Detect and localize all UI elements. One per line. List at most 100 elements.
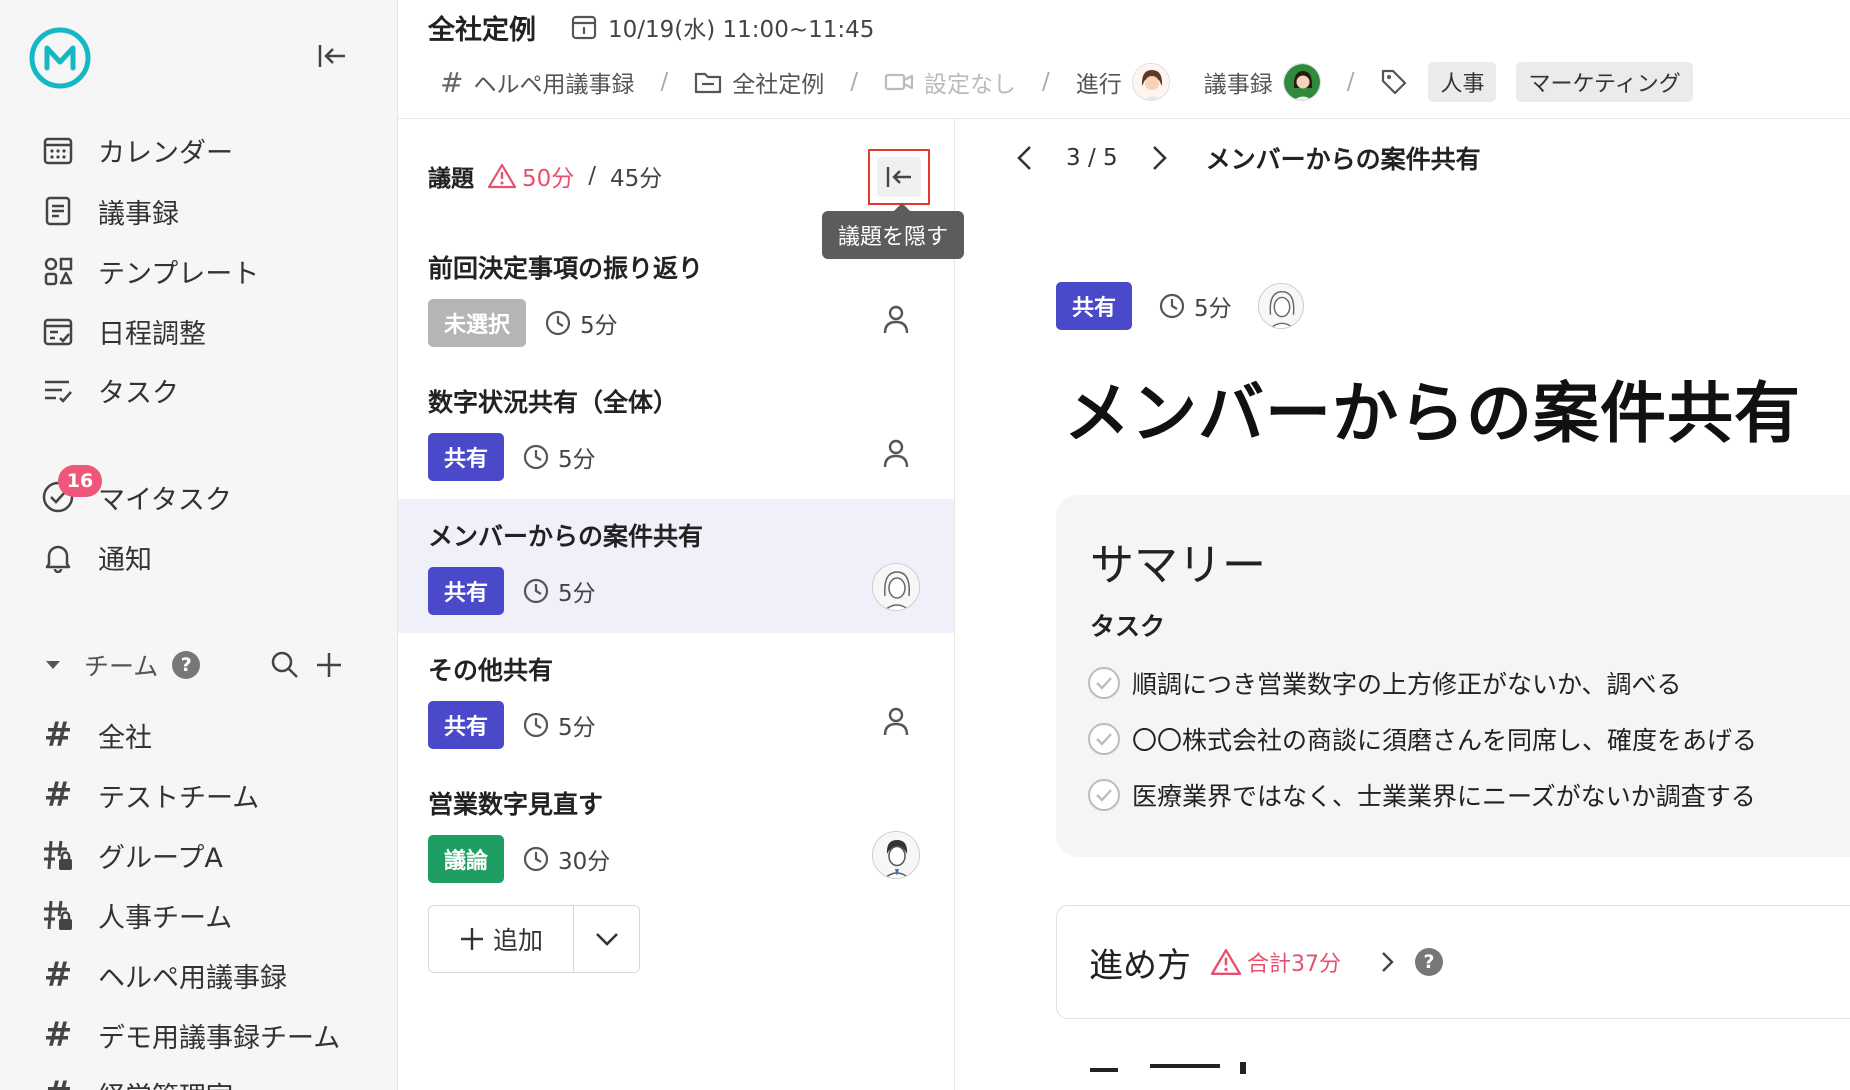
agenda-detail-title[interactable]: メンバーからの案件共有 bbox=[1064, 360, 1801, 456]
agenda-item[interactable]: その他共有 共有 5分 bbox=[398, 633, 954, 767]
agenda-duration[interactable]: 5分 bbox=[522, 574, 596, 608]
detail-assignee-avatar[interactable] bbox=[1257, 283, 1304, 329]
clock-icon bbox=[545, 310, 571, 336]
facilitator[interactable]: 進行 bbox=[1076, 63, 1170, 101]
agenda-duration[interactable]: 5分 bbox=[522, 440, 596, 474]
tag-chip[interactable]: 人事 bbox=[1428, 62, 1497, 102]
help-icon[interactable]: ? bbox=[172, 651, 201, 679]
agenda-item-title: その他共有 bbox=[428, 656, 554, 685]
check-icon[interactable] bbox=[1088, 779, 1120, 811]
task-item[interactable]: 医療業界ではなく、士業業界にニーズがないか調査する bbox=[1088, 777, 1756, 813]
hash-icon: # bbox=[440, 65, 464, 99]
agenda-type-badge[interactable]: 共有 bbox=[428, 433, 505, 481]
agenda-item[interactable]: 数字状況共有（全体） 共有 5分 bbox=[398, 365, 954, 499]
add-team-icon[interactable] bbox=[314, 650, 344, 680]
sidebar-team-item[interactable]: グループA bbox=[40, 831, 223, 879]
sidebar-team-item[interactable]: # デモ用議事録チーム bbox=[40, 1011, 340, 1059]
process-total-value: 合計37分 bbox=[1247, 952, 1341, 977]
agenda-item[interactable]: 前回決定事項の振り返り 未選択 5分 bbox=[398, 231, 954, 365]
minutes-taker[interactable]: 議事録 bbox=[1204, 63, 1321, 101]
tag-chip[interactable]: マーケティング bbox=[1516, 62, 1693, 102]
sidebar-team-item[interactable]: # 経営管理室 bbox=[40, 1070, 233, 1090]
process-card[interactable]: 進め方 合計37分 ? bbox=[1056, 905, 1850, 1019]
agenda-duration[interactable]: 30分 bbox=[522, 842, 610, 876]
assignee-person-icon[interactable] bbox=[872, 295, 920, 343]
sidebar-item-minutes[interactable]: 議事録 bbox=[40, 187, 179, 235]
app-logo-icon[interactable] bbox=[28, 26, 92, 90]
task-list-icon bbox=[40, 372, 76, 408]
meeting-title[interactable]: 全社定例 bbox=[428, 8, 536, 47]
agenda-type-badge[interactable]: 共有 bbox=[428, 701, 505, 749]
video-setting[interactable]: 設定なし bbox=[884, 65, 1016, 99]
detail-duration[interactable]: 5分 bbox=[1158, 289, 1232, 323]
sidebar-team-label: 人事チーム bbox=[98, 902, 233, 934]
add-agenda-dropdown[interactable] bbox=[573, 906, 639, 972]
sidebar-team-item[interactable]: # ヘルペ用議事録 bbox=[40, 951, 287, 999]
facilitator-label: 進行 bbox=[1075, 72, 1122, 98]
clock-icon bbox=[523, 712, 549, 738]
sidebar-item-tasks[interactable]: タスク bbox=[40, 366, 179, 414]
add-agenda-button[interactable]: 追加 bbox=[429, 906, 573, 972]
clock-icon bbox=[523, 444, 549, 470]
folder-link[interactable]: 全社定例 bbox=[694, 65, 824, 99]
hash-icon: # bbox=[43, 955, 73, 995]
sidebar-item-scheduling[interactable]: 日程調整 bbox=[40, 307, 206, 355]
agenda-panel: 議題 50分 / 45分 議題を隠す 前回決定事項の振り返り 未選択 5分 数字… bbox=[398, 119, 965, 1090]
folder-icon bbox=[694, 69, 722, 95]
collapse-sidebar-button[interactable] bbox=[314, 40, 350, 72]
sidebar-team-label: 経営管理室 bbox=[98, 1075, 233, 1090]
task-item[interactable]: 〇〇株式会社の商談に須磨さんを同席し、確度をあげる bbox=[1088, 721, 1757, 757]
team-section-header[interactable]: チーム ? bbox=[44, 645, 201, 685]
agenda-item-active[interactable]: メンバーからの案件共有 共有 5分 bbox=[398, 499, 954, 633]
agenda-duration-value: 5分 bbox=[558, 581, 596, 607]
sidebar-team-label: デモ用議事録チーム bbox=[98, 1022, 341, 1054]
sidebar-team-item[interactable]: # テストチーム bbox=[40, 771, 259, 819]
detail-type-badge[interactable]: 共有 bbox=[1056, 282, 1133, 330]
agenda-duration-value: 5分 bbox=[580, 313, 618, 339]
detail-meta: 共有 5分 bbox=[1056, 282, 1304, 330]
agenda-item[interactable]: 営業数字見直す 議論 30分 bbox=[398, 767, 954, 901]
sidebar-team-item[interactable]: # 全社 bbox=[40, 711, 152, 759]
agenda-type-badge[interactable]: 未選択 bbox=[428, 299, 527, 347]
sidebar-team-label: グループA bbox=[98, 842, 223, 874]
sidebar-item-label: 議事録 bbox=[98, 198, 179, 230]
separator: / bbox=[850, 69, 858, 95]
assignee-person-icon[interactable] bbox=[872, 697, 920, 745]
agenda-item-title: 営業数字見直す bbox=[428, 790, 604, 819]
task-text: 〇〇株式会社の商談に須磨さんを同席し、確度をあげる bbox=[1132, 726, 1758, 755]
tags[interactable]: 人事 マーケティング bbox=[1380, 62, 1693, 102]
check-icon[interactable] bbox=[1088, 723, 1120, 755]
sidebar: カレンダー 議事録 テンプレート 日程調整 タスク 16 マイタスク 通知 チー… bbox=[0, 0, 398, 1090]
caret-down-icon[interactable] bbox=[44, 659, 62, 671]
agenda-duration[interactable]: 5分 bbox=[522, 708, 596, 742]
assignee-avatar[interactable] bbox=[872, 563, 920, 611]
assignee-person-icon[interactable] bbox=[872, 429, 920, 477]
sidebar-item-templates[interactable]: テンプレート bbox=[40, 247, 259, 295]
search-icon[interactable] bbox=[270, 650, 300, 680]
chevron-right-icon[interactable] bbox=[1381, 951, 1395, 973]
help-icon[interactable]: ? bbox=[1415, 948, 1443, 976]
sidebar-team-label: ヘルペ用議事録 bbox=[98, 962, 287, 994]
agenda-item-title: メンバーからの案件共有 bbox=[428, 522, 704, 551]
agenda-total-value: 50分 bbox=[522, 166, 575, 192]
next-agenda-button[interactable] bbox=[1146, 140, 1174, 176]
agenda-duration[interactable]: 5分 bbox=[544, 306, 618, 340]
plus-icon bbox=[460, 928, 483, 950]
sidebar-item-my-tasks[interactable]: 16 マイタスク bbox=[40, 465, 232, 521]
hide-agenda-button[interactable] bbox=[868, 149, 930, 205]
detail-duration-value: 5分 bbox=[1194, 296, 1232, 322]
calendar-icon bbox=[40, 132, 76, 168]
channel-link[interactable]: # ヘルペ用議事録 bbox=[440, 65, 634, 99]
previous-agenda-button[interactable] bbox=[1010, 140, 1038, 176]
assignee-avatar[interactable] bbox=[872, 831, 920, 879]
meeting-datetime[interactable]: 10/19(水) 11:00~11:45 bbox=[570, 10, 874, 44]
sidebar-team-item[interactable]: 人事チーム bbox=[40, 891, 232, 939]
agenda-duration-value: 30分 bbox=[558, 849, 611, 875]
sidebar-item-notifications[interactable]: 通知 bbox=[40, 533, 152, 581]
agenda-type-badge[interactable]: 議論 bbox=[428, 835, 505, 883]
agenda-type-badge[interactable]: 共有 bbox=[428, 567, 505, 615]
task-item[interactable]: 順調につき営業数字の上方修正がないか、調べる bbox=[1088, 665, 1682, 701]
check-icon[interactable] bbox=[1088, 667, 1120, 699]
sidebar-item-calendar[interactable]: カレンダー bbox=[40, 126, 233, 174]
task-text: 医療業界ではなく、士業業界にニーズがないか調査する bbox=[1132, 782, 1756, 811]
